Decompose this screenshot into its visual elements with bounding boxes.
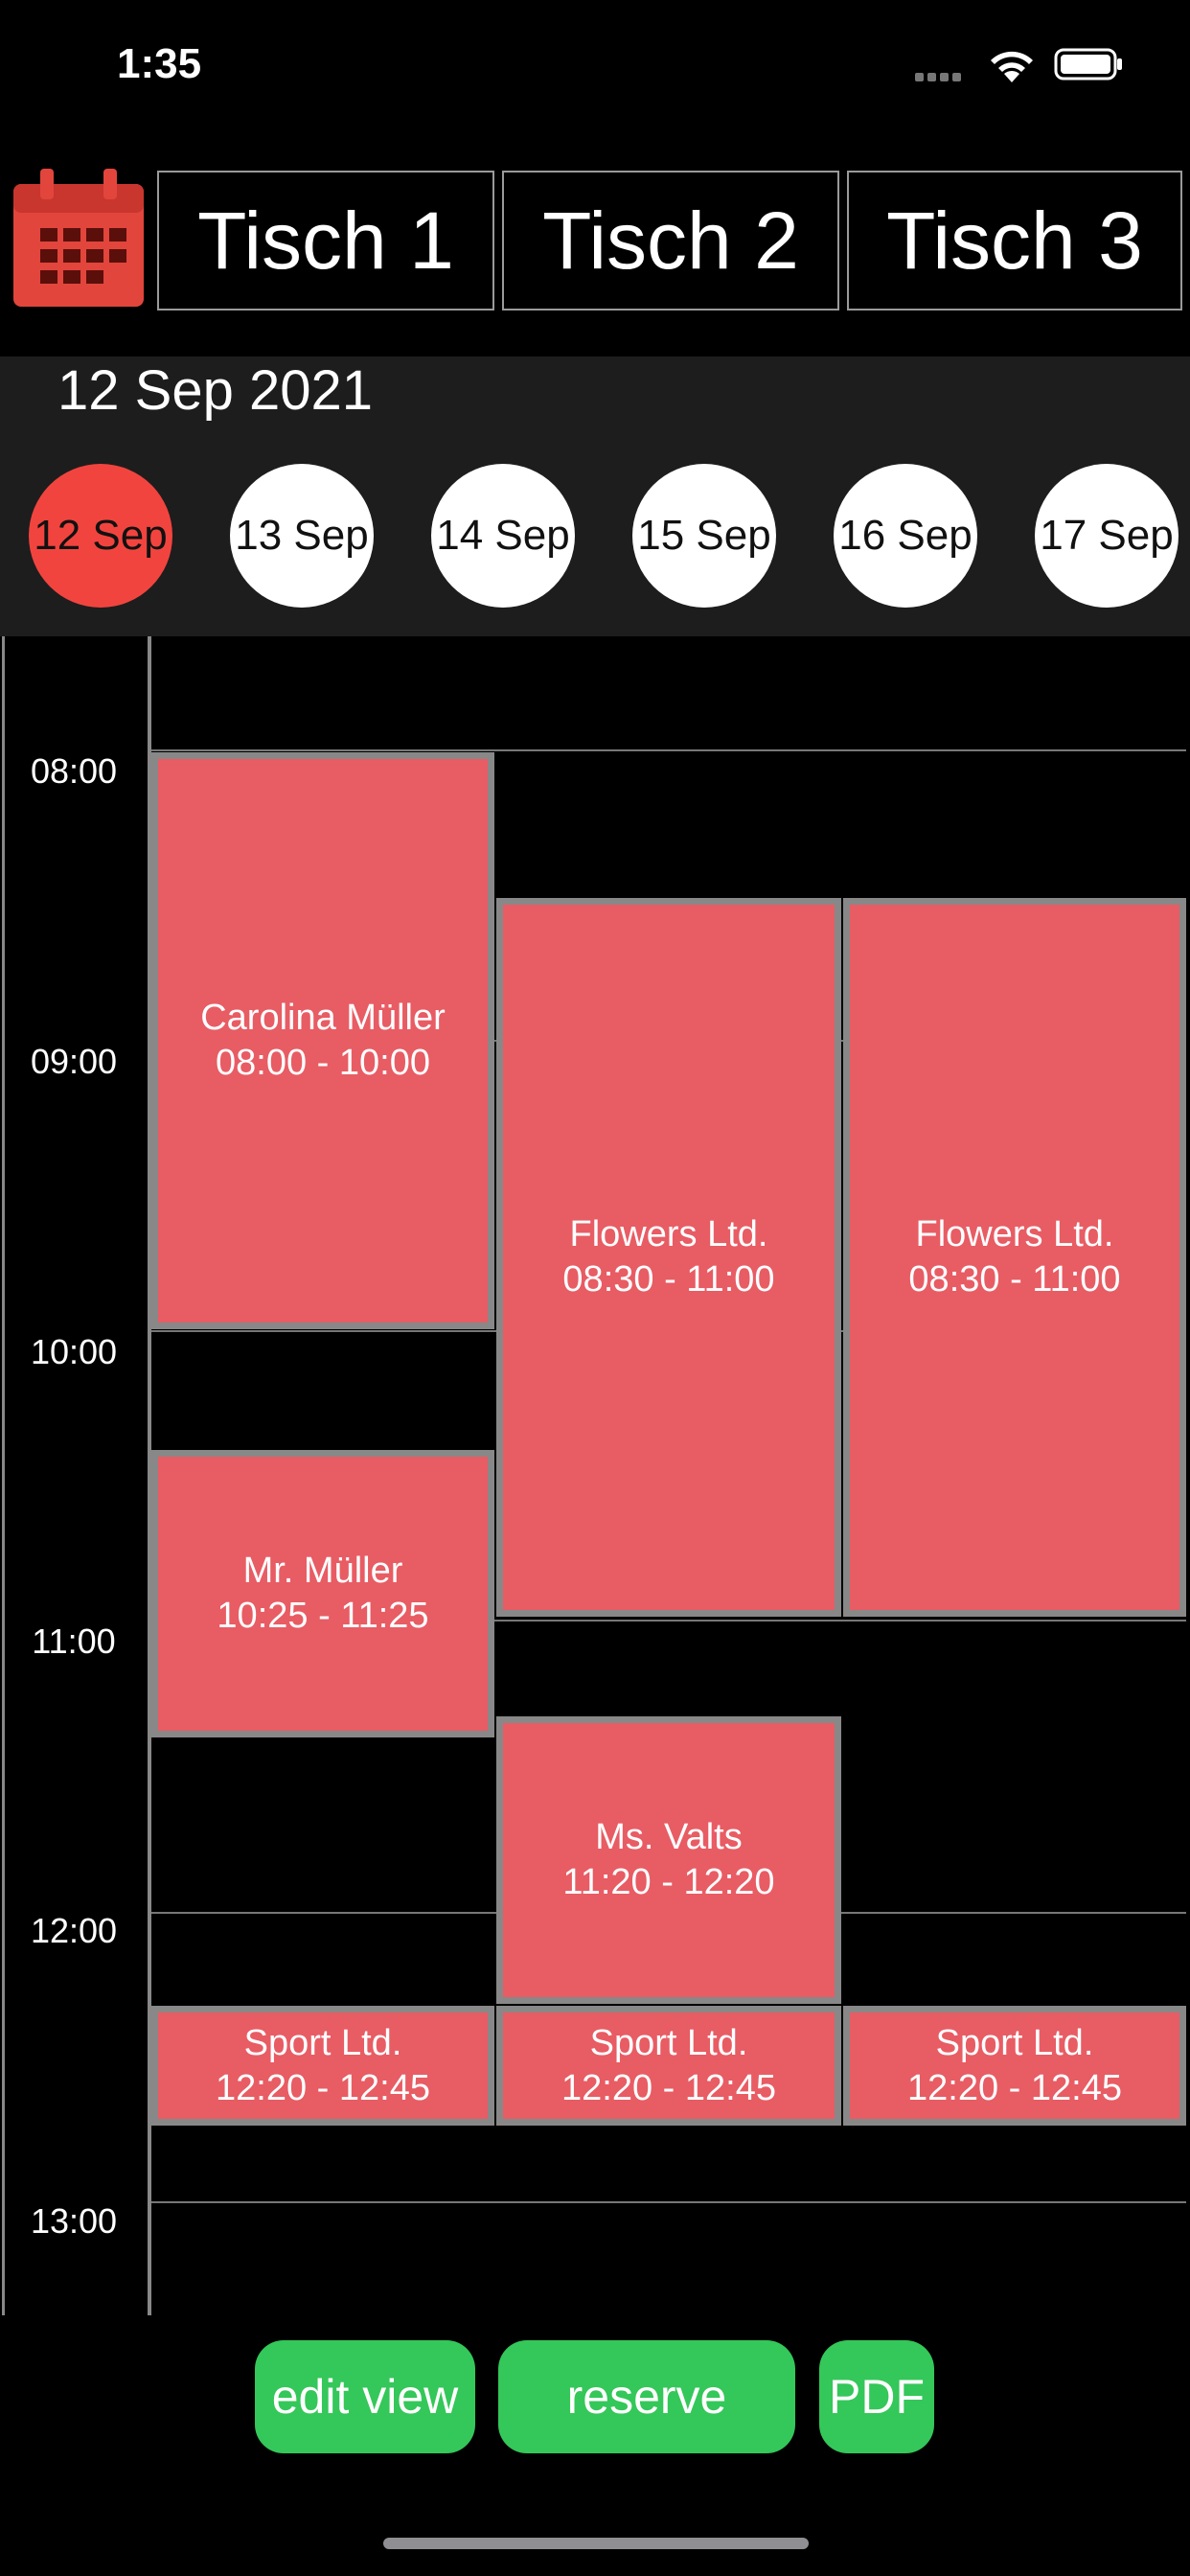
appointment-name: Sport Ltd. (589, 2022, 748, 2063)
appointment-block[interactable]: Sport Ltd. 12:20 - 12:45 (496, 2006, 841, 2126)
appointment-time: 12:20 - 12:45 (561, 2067, 776, 2108)
appointment-block[interactable]: Sport Ltd. 12:20 - 12:45 (843, 2006, 1186, 2126)
pdf-button[interactable]: PDF (819, 2340, 934, 2453)
tab-tisch-2[interactable]: Tisch 2 (502, 171, 839, 310)
appointment-name: Flowers Ltd. (915, 1214, 1114, 1254)
appointment-time: 12:20 - 12:45 (907, 2067, 1122, 2108)
cellular-signal-icon (915, 69, 971, 81)
day-13-sep[interactable]: 13 Sep (230, 464, 374, 608)
time-label-1300: 13:00 (30, 2201, 118, 2241)
current-date-label: 12 Sep 2021 (57, 359, 373, 422)
day-17-sep[interactable]: 17 Sep (1035, 464, 1179, 608)
time-label-0900: 09:00 (30, 1042, 118, 1081)
hour-gridline (151, 2201, 1186, 2203)
day-15-sep[interactable]: 15 Sep (632, 464, 776, 608)
hour-gridline (151, 749, 1186, 751)
day-16-sep[interactable]: 16 Sep (834, 464, 977, 608)
tab-tisch-3[interactable]: Tisch 3 (847, 171, 1182, 310)
appointment-name: Ms. Valts (595, 1817, 743, 1857)
appointment-time: 10:25 - 11:25 (217, 1596, 429, 1636)
appointment-time: 12:20 - 12:45 (216, 2067, 430, 2108)
day-14-sep[interactable]: 14 Sep (431, 464, 575, 608)
appointment-time: 08:00 - 10:00 (216, 1043, 430, 1083)
appointment-time: 11:20 - 12:20 (562, 1862, 775, 1902)
appointment-block[interactable]: Mr. Müller 10:25 - 11:25 (151, 1450, 494, 1737)
time-label-0800: 08:00 (30, 751, 118, 791)
tab-tisch-1[interactable]: Tisch 1 (157, 171, 494, 310)
time-label-1200: 12:00 (30, 1911, 118, 1950)
appointment-name: Flowers Ltd. (569, 1214, 768, 1254)
appointment-block[interactable]: Sport Ltd. 12:20 - 12:45 (151, 2006, 494, 2126)
appointment-block[interactable]: Ms. Valts 11:20 - 12:20 (496, 1716, 841, 2004)
edit-view-button[interactable]: edit view (255, 2340, 475, 2453)
home-indicator[interactable] (383, 2538, 809, 2549)
appointment-name: Carolina Müller (200, 998, 446, 1038)
time-label-1000: 10:00 (30, 1332, 118, 1371)
appointment-block[interactable]: Flowers Ltd. 08:30 - 11:00 (496, 898, 841, 1617)
battery-icon (1054, 48, 1122, 80)
appointment-time: 08:30 - 11:00 (562, 1259, 775, 1300)
day-12-sep[interactable]: 12 Sep (29, 464, 172, 608)
appointment-block[interactable]: Flowers Ltd. 08:30 - 11:00 (843, 898, 1186, 1617)
calendar-icon[interactable] (11, 165, 146, 309)
status-time: 1:35 (117, 40, 202, 87)
appointment-block[interactable]: Carolina Müller 08:00 - 10:00 (151, 752, 494, 1329)
grid-left-border (2, 636, 5, 2315)
time-label-1100: 11:00 (32, 1622, 116, 1661)
appointment-time: 08:30 - 11:00 (908, 1259, 1121, 1300)
appointment-name: Sport Ltd. (935, 2022, 1094, 2063)
reserve-button[interactable]: reserve (498, 2340, 795, 2453)
appointment-name: Mr. Müller (242, 1551, 403, 1591)
wifi-icon (991, 51, 1033, 82)
appointment-name: Sport Ltd. (243, 2022, 402, 2063)
